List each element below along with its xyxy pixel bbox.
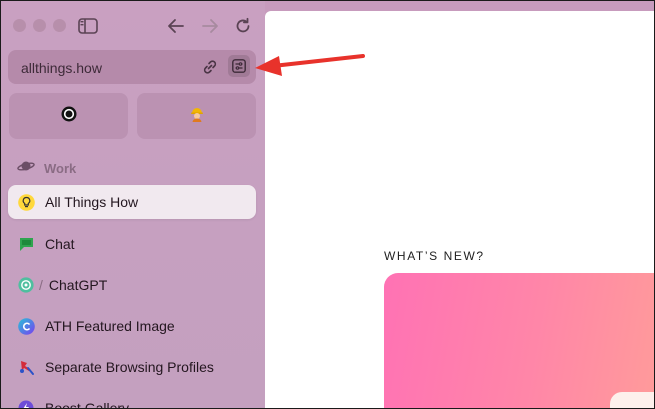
construction-worker-icon bbox=[189, 106, 205, 127]
chat-icon bbox=[17, 235, 35, 253]
tab-label: ChatGPT bbox=[48, 277, 108, 293]
planet-icon bbox=[17, 159, 35, 178]
annotation-arrow bbox=[255, 54, 365, 76]
tab-label: All Things How bbox=[45, 194, 139, 210]
canva-icon bbox=[17, 317, 35, 335]
tab-all-things-how[interactable]: All Things How bbox=[8, 185, 256, 219]
space-label: Work bbox=[44, 161, 77, 176]
tab-separate-browsing-profiles[interactable]: Separate Browsing Profiles bbox=[8, 350, 256, 384]
separator: / bbox=[39, 277, 43, 293]
minimize-window-button[interactable] bbox=[33, 19, 46, 32]
tab-label: ATH Featured Image bbox=[45, 318, 175, 334]
tab-ath-featured-image[interactable]: ATH Featured Image bbox=[8, 309, 256, 343]
tab-label: Chat bbox=[45, 236, 75, 252]
tab-boost-gallery[interactable]: Boost Gallery bbox=[8, 391, 256, 409]
browser-window: allthings.how Work All Things How Chat /… bbox=[0, 0, 655, 409]
boost-icon bbox=[17, 399, 35, 408]
circle-app-icon bbox=[61, 106, 77, 127]
link-icon[interactable] bbox=[200, 57, 220, 77]
site-controls-icon[interactable] bbox=[228, 55, 250, 77]
whats-new-heading: WHAT’S NEW? bbox=[384, 249, 485, 263]
tab-chatgpt[interactable]: / ChatGPT bbox=[8, 268, 256, 302]
forward-arrow-icon[interactable] bbox=[198, 14, 222, 38]
promo-card bbox=[610, 392, 654, 408]
favorite-tile-1[interactable] bbox=[9, 93, 128, 139]
sidebar-toggle-icon[interactable] bbox=[76, 14, 100, 38]
back-arrow-icon[interactable] bbox=[164, 14, 188, 38]
url-text[interactable]: allthings.how bbox=[21, 60, 102, 76]
space-header[interactable]: Work bbox=[17, 159, 76, 178]
favorite-tile-2[interactable] bbox=[137, 93, 256, 139]
tab-label: Separate Browsing Profiles bbox=[45, 359, 214, 375]
pin-icon bbox=[17, 358, 35, 376]
openai-icon bbox=[17, 276, 35, 294]
promo-banner[interactable] bbox=[384, 273, 654, 408]
close-window-button[interactable] bbox=[13, 19, 26, 32]
reload-icon[interactable] bbox=[231, 14, 255, 38]
tab-label: Boost Gallery bbox=[45, 400, 130, 409]
tab-chat[interactable]: Chat bbox=[8, 227, 256, 261]
lightbulb-icon bbox=[17, 193, 35, 211]
address-bar[interactable]: allthings.how bbox=[8, 50, 256, 84]
zoom-window-button[interactable] bbox=[53, 19, 66, 32]
sidebar: allthings.how Work All Things How Chat /… bbox=[1, 1, 265, 408]
